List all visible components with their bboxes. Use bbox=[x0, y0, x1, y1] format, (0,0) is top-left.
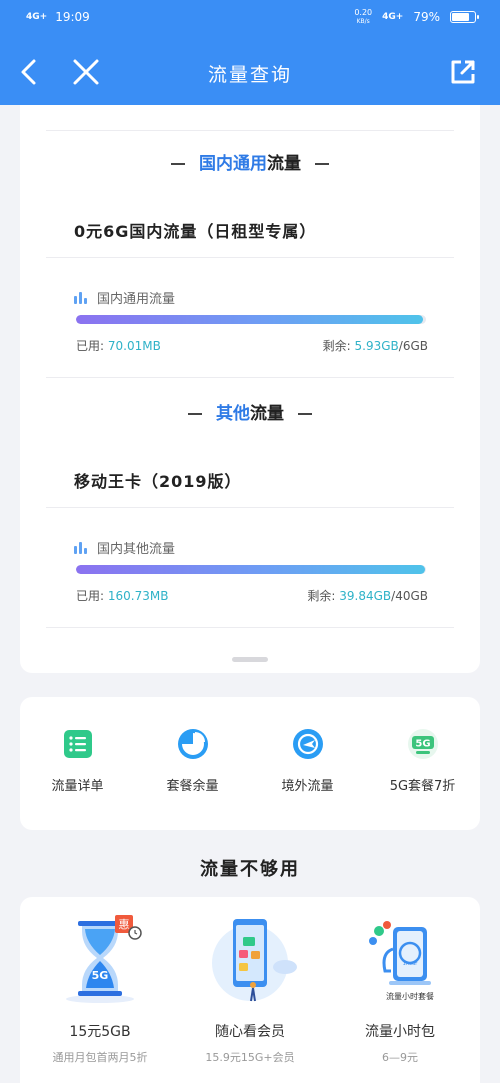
usage-progress-bar bbox=[76, 565, 426, 574]
remaining-value: 39.84GB bbox=[339, 589, 392, 603]
network-indicator: 4G+ bbox=[26, 11, 48, 22]
used-value: 70.01MB bbox=[107, 339, 161, 353]
remaining-label: 剩余: bbox=[307, 589, 336, 603]
external-link-icon[interactable] bbox=[447, 56, 479, 88]
battery-level bbox=[452, 13, 469, 21]
status-bar: 4G+ 19:09 0.20 KB/s 4G+ 79% bbox=[0, 0, 500, 38]
hourglass-5g-icon: 5G 惠 bbox=[25, 913, 175, 1005]
shortcut-label: 境外流量 bbox=[281, 779, 334, 794]
globe-plane-icon bbox=[291, 727, 325, 761]
speed-value: 0.20 bbox=[354, 8, 373, 17]
used-label: 已用: bbox=[76, 589, 105, 603]
promo-card: 5G 惠 15元5GB 通用月包首两月5折 随心看会员 15.9元15G+会员 … bbox=[20, 897, 480, 1083]
phone-apps-icon bbox=[175, 913, 325, 1005]
shortcut-label: 5G套餐7折 bbox=[389, 779, 456, 794]
network-indicator-right: 4G+ bbox=[382, 11, 404, 22]
usage-progress-fill bbox=[76, 565, 425, 574]
divider bbox=[46, 377, 454, 378]
usage-progress-bar bbox=[76, 315, 426, 324]
used-label: 已用: bbox=[76, 339, 105, 353]
usage-card: 国内通用流量 0元6G国内流量（日租型专属） 国内通用流量 已用: 70.01M… bbox=[20, 105, 480, 673]
bar-chart-icon bbox=[74, 541, 87, 554]
promo-section-title: 流量不够用 bbox=[200, 859, 300, 880]
remaining-label: 剩余: bbox=[322, 339, 351, 353]
divider bbox=[46, 627, 454, 628]
page-title: 流量查询 bbox=[207, 64, 292, 86]
shortcut-label: 流量详单 bbox=[51, 779, 104, 794]
collapse-handle[interactable] bbox=[232, 657, 268, 662]
total-value: /40GB bbox=[391, 589, 428, 603]
scope-row: 国内其他流量 bbox=[74, 538, 175, 557]
5g-badge-icon: 5G bbox=[406, 727, 440, 761]
used-value: 160.73MB bbox=[107, 589, 169, 603]
battery-icon bbox=[450, 11, 479, 23]
shortcut-roaming-data[interactable]: 境外流量 bbox=[250, 727, 365, 794]
hour-pack-icon: 1hour 流量小时套餐 bbox=[325, 913, 475, 1005]
package-name: 0元6G国内流量（日租型专属） bbox=[74, 222, 317, 241]
remaining-value: 5.93GB bbox=[354, 339, 399, 353]
scope-label: 国内通用流量 bbox=[97, 292, 176, 307]
shortcut-5g-discount[interactable]: 5G 5G套餐7折 bbox=[365, 727, 480, 794]
promo-15yuan-5gb[interactable]: 5G 惠 15元5GB 通用月包首两月5折 bbox=[25, 913, 175, 1065]
app-header: 流量查询 bbox=[0, 38, 500, 105]
divider bbox=[46, 130, 454, 131]
svg-text:5G: 5G bbox=[415, 739, 430, 750]
promo-name: 15元5GB bbox=[69, 1024, 131, 1040]
status-time: 19:09 bbox=[55, 10, 90, 24]
network-speed: 0.20 KB/s bbox=[354, 8, 372, 26]
shortcut-label: 套餐余量 bbox=[166, 779, 219, 794]
battery-percent: 79% bbox=[413, 10, 440, 24]
promo-membership[interactable]: 随心看会员 15.9元15G+会员 bbox=[175, 913, 325, 1065]
package-name: 移动王卡（2019版） bbox=[74, 472, 242, 491]
promo-hour-pack[interactable]: 1hour 流量小时套餐 流量小时包 6—9元 bbox=[325, 913, 475, 1065]
svg-text:流量小时套餐: 流量小时套餐 bbox=[386, 991, 434, 1001]
scope-label: 国内其他流量 bbox=[97, 542, 176, 557]
divider bbox=[46, 507, 454, 508]
promo-desc: 15.9元15G+会员 bbox=[205, 1051, 295, 1064]
shortcut-usage-detail[interactable]: 流量详单 bbox=[20, 727, 135, 794]
svg-text:1hour: 1hour bbox=[403, 961, 419, 967]
scope-row: 国内通用流量 bbox=[74, 288, 175, 307]
promo-name: 随心看会员 bbox=[215, 1024, 285, 1040]
bar-chart-icon bbox=[74, 291, 87, 304]
promo-desc: 通用月包首两月5折 bbox=[52, 1051, 148, 1064]
divider bbox=[46, 257, 454, 258]
section-heading-other: 其他流量 bbox=[20, 399, 480, 424]
usage-progress-fill bbox=[76, 315, 423, 324]
shortcuts-card: 流量详单 套餐余量 境外流量 5G 5G套餐7折 bbox=[20, 697, 480, 830]
promo-name: 流量小时包 bbox=[365, 1024, 435, 1040]
list-icon bbox=[61, 727, 95, 761]
promo-desc: 6—9元 bbox=[382, 1051, 418, 1064]
speed-unit: KB/s bbox=[356, 18, 370, 25]
total-value: /6GB bbox=[398, 339, 428, 353]
svg-text:5G: 5G bbox=[92, 969, 109, 982]
section-heading-general: 国内通用流量 bbox=[20, 149, 480, 174]
shortcut-package-balance[interactable]: 套餐余量 bbox=[135, 727, 250, 794]
svg-text:惠: 惠 bbox=[119, 917, 130, 931]
pie-chart-icon bbox=[176, 727, 210, 761]
